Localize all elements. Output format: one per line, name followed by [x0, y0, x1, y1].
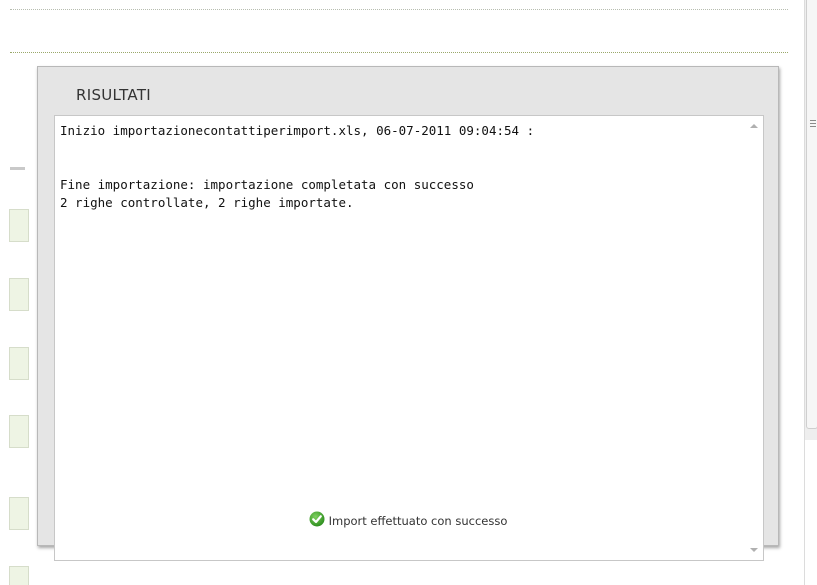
- results-log-text: Inizio importazionecontattiperimport.xls…: [60, 122, 534, 212]
- import-status: Import effettuato con successo: [38, 511, 778, 529]
- collapsed-indicator: [10, 167, 25, 170]
- page-scrollbar-thumb[interactable]: [806, 0, 817, 429]
- top-divider: [10, 9, 788, 10]
- scroll-up-arrow-icon[interactable]: [750, 124, 758, 128]
- page: RISULTATI Inizio importazionecontattiper…: [0, 0, 817, 585]
- section-divider: [10, 52, 788, 53]
- results-dialog: RISULTATI Inizio importazionecontattiper…: [37, 66, 779, 561]
- table-cell: [9, 209, 29, 242]
- scroll-down-arrow-icon[interactable]: [750, 548, 758, 552]
- table-cell: [9, 347, 29, 380]
- results-log-textarea[interactable]: Inizio importazionecontattiperimport.xls…: [54, 115, 764, 561]
- page-scrollbar[interactable]: [804, 0, 817, 585]
- dialog-title: RISULTATI: [76, 86, 152, 104]
- log-line: Inizio importazionecontattiperimport.xls…: [60, 123, 535, 138]
- grip-icon: [810, 120, 816, 127]
- table-cell: [9, 497, 29, 530]
- table-cell: [9, 415, 29, 448]
- check-circle-icon: [309, 511, 325, 527]
- table-cell: [9, 566, 29, 585]
- log-line: 2 righe controllate, 2 righe importate.: [60, 195, 354, 210]
- table-cell: [9, 278, 29, 311]
- textarea-scrollbar[interactable]: [747, 116, 763, 560]
- status-message: Import effettuato con successo: [328, 514, 508, 528]
- log-line: Fine importazione: importazione completa…: [60, 177, 474, 192]
